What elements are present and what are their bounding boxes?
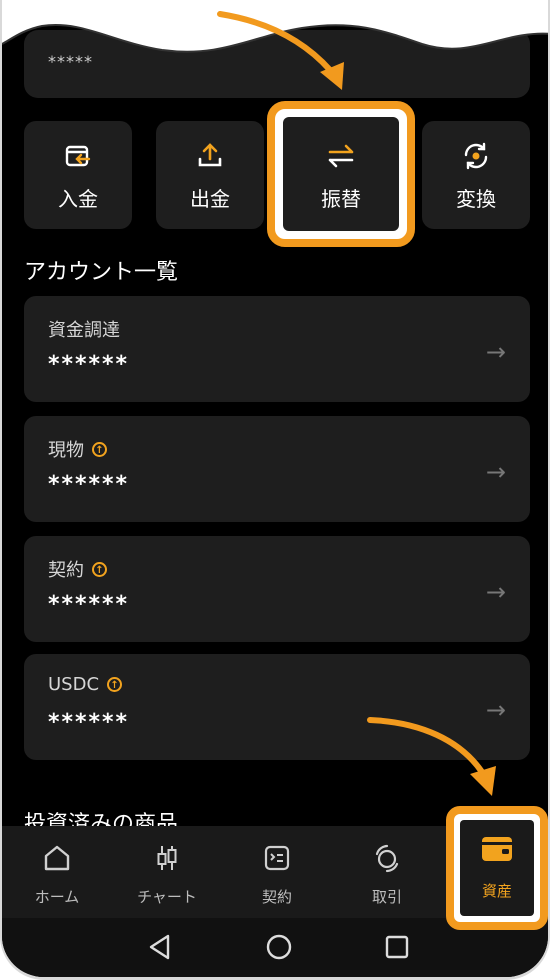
convert-button[interactable]: 変換: [422, 121, 530, 229]
account-name: 現物: [48, 440, 84, 461]
transfer-label: 振替: [321, 187, 361, 211]
nav-home[interactable]: ホーム: [2, 826, 112, 918]
deposit-icon: [24, 141, 132, 171]
trade-icon: [332, 842, 442, 874]
account-row-contract[interactable]: 契約 ↑ ****** →: [24, 536, 530, 642]
nav-assets[interactable]: 資産: [446, 806, 548, 930]
back-icon[interactable]: [146, 932, 172, 962]
home-icon: [2, 842, 112, 874]
wallet-icon: [460, 834, 534, 864]
deposit-button[interactable]: 入金: [24, 121, 132, 229]
account-name: USDC: [48, 674, 100, 695]
home-circle-icon[interactable]: [264, 932, 294, 962]
convert-label: 変換: [456, 187, 496, 211]
transfer-icon: [287, 141, 395, 171]
torn-paper-overlay: [2, 0, 548, 53]
account-value: ******: [48, 710, 130, 735]
account-value: ******: [48, 472, 130, 497]
recents-icon[interactable]: [383, 932, 411, 962]
account-row-funding[interactable]: 資金調達 ****** →: [24, 296, 530, 402]
arrow-right-icon: →: [485, 578, 506, 606]
phone-screen: ***** 入金 出金 振替 変換 アカウント一覧 資金調達 ****** → …: [0, 0, 550, 980]
account-name: 資金調達: [48, 320, 120, 341]
nav-contract[interactable]: 契約: [222, 826, 332, 918]
nav-label: 資産: [481, 882, 512, 900]
deposit-label: 入金: [58, 187, 98, 211]
convert-icon: [422, 141, 530, 171]
withdraw-button[interactable]: 出金: [156, 121, 264, 229]
upgrade-badge-icon: ↑: [92, 561, 107, 577]
nav-label: 取引: [371, 888, 402, 906]
arrow-right-icon: →: [485, 458, 506, 486]
nav-chart[interactable]: チャート: [112, 826, 222, 918]
account-row-spot[interactable]: 現物 ↑ ****** →: [24, 416, 530, 522]
candlestick-icon: [112, 842, 222, 874]
upgrade-badge-icon: ↑: [92, 441, 107, 457]
account-name: 契約: [48, 560, 84, 581]
contract-icon: [222, 842, 332, 874]
arrow-right-icon: →: [485, 338, 506, 366]
transfer-button[interactable]: 振替: [287, 121, 395, 229]
withdraw-icon: [156, 141, 264, 171]
withdraw-label: 出金: [190, 187, 230, 211]
account-value: ******: [48, 352, 130, 377]
account-row-usdc[interactable]: USDC ↑ ****** →: [24, 654, 530, 760]
invested-products-title: 投資済みの商品: [24, 812, 179, 828]
account-list-title: アカウント一覧: [24, 260, 179, 285]
arrow-right-icon: →: [485, 696, 506, 724]
nav-label: ホーム: [34, 888, 80, 906]
nav-trade[interactable]: 取引: [332, 826, 442, 918]
nav-label: チャート: [137, 888, 197, 906]
upgrade-badge-icon: ↑: [107, 677, 123, 692]
account-value: ******: [48, 592, 130, 617]
nav-label: 契約: [261, 888, 292, 906]
